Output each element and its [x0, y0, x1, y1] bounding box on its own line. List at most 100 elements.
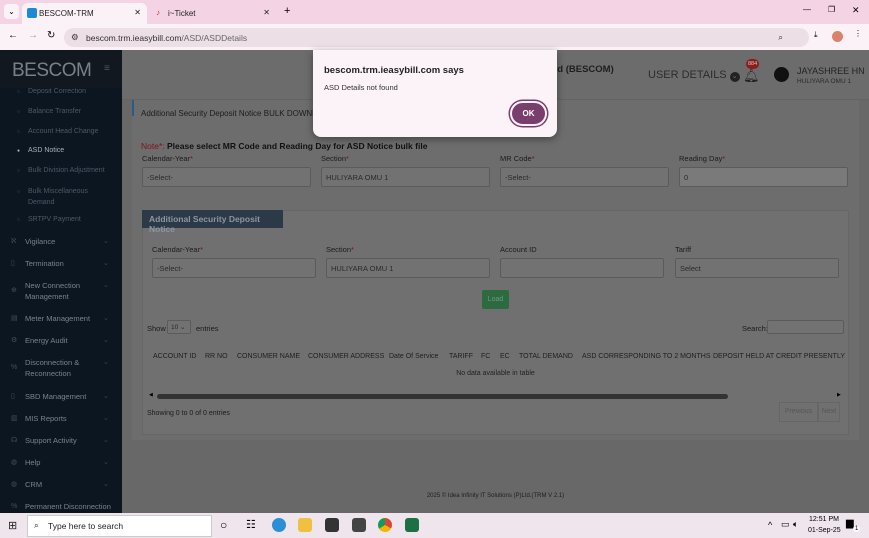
zoom-icon[interactable]: ⌕ [778, 32, 783, 43]
previous-button[interactable]: Previous [779, 402, 818, 422]
sidebar-item-deposit-correction[interactable]: Deposit Correction [17, 88, 86, 95]
column-header[interactable]: TOTAL DEMAND [519, 353, 573, 360]
search-placeholder: Type here to search [48, 521, 124, 531]
reading-day-input[interactable]: 0 [679, 167, 848, 187]
user-details-dropdown[interactable]: USER DETAILS ⌄ [648, 69, 740, 82]
url-input[interactable]: ⚙ bescom.trm.ieasybill.com/ASD/ASDDetails… [64, 28, 809, 47]
chrome-icon[interactable] [378, 518, 392, 532]
asd-calendar-year-select[interactable]: -Select- [152, 258, 316, 278]
tab-bescom[interactable]: BESCOM-TRM ✕ [22, 3, 147, 24]
section-select[interactable]: HULIYARA OMU 1 [321, 167, 490, 187]
tab-iticket[interactable]: ♪ i~Ticket ✕ [150, 3, 276, 24]
show-hidden-icons[interactable]: ^ [768, 520, 772, 530]
tab-search-button[interactable]: ⌄ [4, 4, 19, 19]
forward-icon[interactable]: → [28, 30, 38, 41]
asd-section-select[interactable]: HULIYARA OMU 1 [326, 258, 490, 278]
sidebar-item-new-connection[interactable]: ⊕ New Connection Management ⌄ [11, 280, 109, 302]
sidebar-item-srtpv-payment[interactable]: SRTPV Payment [17, 216, 81, 223]
taskbar-search-input[interactable]: ⌕ Type here to search [27, 515, 212, 537]
network-icon[interactable]: ▭ [781, 519, 790, 530]
sidebar-item-sbd-management[interactable]: ▯ SBD Management ⌄ [11, 391, 109, 402]
sidebar-item-disconnection[interactable]: % Disconnection & Reconnection ⌄ [11, 357, 109, 379]
edge-icon[interactable] [272, 518, 286, 532]
store-icon[interactable] [325, 518, 339, 532]
sidebar-item-crm[interactable]: ◍ CRM ⌄ [11, 479, 109, 490]
file-explorer-icon[interactable] [298, 518, 312, 532]
sidebar-item-balance-transfer[interactable]: Balance Transfer [17, 108, 81, 115]
windows-start-icon[interactable]: ⊞ [8, 519, 17, 532]
label: MIS Reports [25, 414, 67, 423]
column-header[interactable]: EC [500, 353, 510, 360]
search-label: Search: [742, 324, 768, 333]
notification-count: 1 [853, 526, 861, 532]
column-header[interactable]: ACCOUNT ID [153, 353, 196, 360]
account-id-input[interactable] [500, 258, 664, 278]
close-window-icon[interactable]: ✕ [852, 5, 860, 16]
sidebar-item-vigilance[interactable]: ℵ Vigilance ⌄ [11, 236, 109, 247]
column-header[interactable]: CONSUMER NAME [237, 353, 300, 360]
load-button[interactable]: Load [482, 290, 509, 309]
minimize-icon[interactable]: — [803, 5, 811, 14]
next-button[interactable]: Next [818, 402, 840, 422]
logo-text: BESCOM [12, 60, 92, 81]
dialog-title: bescom.trm.ieasybill.com says [324, 65, 464, 76]
clock-date[interactable]: 01-Sep-25 [808, 527, 841, 534]
column-header[interactable]: CONSUMER ADDRESS [308, 353, 384, 360]
user-avatar-icon[interactable] [774, 67, 789, 82]
asd-section-label: Section* [326, 245, 354, 254]
profile-avatar[interactable] [832, 31, 843, 42]
hamburger-icon[interactable]: ≡ [104, 63, 110, 74]
reload-icon[interactable]: ↻ [47, 30, 55, 41]
entries-select[interactable]: 10 ⌄ [167, 320, 191, 334]
bescom-logo[interactable]: BESCOM ≡ [0, 50, 122, 88]
sidebar-item-asd-notice[interactable]: ASD Notice [17, 147, 64, 154]
column-header[interactable]: ASD CORRESPONDING TO 2 MONTHS [582, 353, 710, 360]
sidebar-item-account-head-change[interactable]: Account Head Change [17, 128, 99, 135]
column-header[interactable]: FC [481, 353, 490, 360]
close-tab-icon[interactable]: ✕ [134, 8, 141, 17]
scroll-left-icon[interactable]: ◀ [149, 392, 153, 398]
alert-dialog: bescom.trm.ieasybill.com says ASD Detail… [313, 50, 557, 137]
ok-button[interactable]: OK [510, 101, 547, 126]
widgets-icon[interactable]: ☷ [246, 518, 256, 531]
footer: 2025 © Idea Infinity IT Solutions (P)Ltd… [426, 493, 565, 499]
download-icon[interactable]: ⤓ [814, 30, 818, 40]
excel-icon[interactable] [405, 518, 419, 532]
column-header[interactable]: TARIFF [449, 353, 473, 360]
sidebar-item-permanent-disconnection[interactable]: % Permanent Disconnection [11, 501, 120, 512]
calendar-year-select[interactable]: -Select- [142, 167, 311, 187]
sidebar-item-termination[interactable]: ▯ Termination ⌄ [11, 258, 109, 269]
volume-muted-icon[interactable]: 🔈︎ [793, 519, 798, 530]
maximize-icon[interactable]: ❐ [828, 5, 835, 14]
column-header[interactable]: Date Of Service [389, 353, 438, 360]
chevron-down-icon: ⌄ [103, 437, 109, 444]
new-tab-icon[interactable]: + [284, 5, 290, 17]
sidebar: Deposit Correction Balance Transfer Acco… [0, 50, 122, 513]
sidebar-item-energy-audit[interactable]: ⚙ Energy Audit ⌄ [11, 335, 109, 346]
column-header[interactable]: DEPOSIT HELD AT CREDIT PRESENTLY [713, 353, 845, 360]
mr-code-select[interactable]: -Select- [500, 167, 669, 187]
sidebar-item-support-activity[interactable]: ☊ Support Activity ⌄ [11, 435, 109, 446]
crm-icon: ◍ [11, 481, 18, 488]
sidebar-item-bulk-misc-demand[interactable]: Bulk Miscellaneous Demand [17, 186, 98, 208]
search-icon: ⌕ [34, 520, 39, 530]
bell-icon[interactable]: 🔔︎ [743, 68, 760, 84]
horizontal-scrollbar[interactable] [157, 394, 728, 399]
close-tab-icon[interactable]: ✕ [263, 8, 270, 17]
sidebar-item-bulk-division-adjustment[interactable]: Bulk Division Adjustment [17, 167, 105, 174]
clock-time[interactable]: 12:51 PM [809, 516, 839, 523]
trash-icon: ▯ [11, 260, 15, 267]
menu-icon[interactable]: ⋮ [854, 29, 862, 38]
vigilance-icon: ℵ [11, 238, 17, 245]
tariff-select[interactable]: Select [675, 258, 839, 278]
mail-icon[interactable] [352, 518, 366, 532]
back-icon[interactable]: ← [8, 30, 18, 41]
section-label: Section* [321, 154, 349, 163]
table-search-input[interactable] [767, 320, 844, 334]
sidebar-item-help[interactable]: ◍ Help ⌄ [11, 457, 109, 468]
scroll-right-icon[interactable]: ▶ [837, 392, 841, 398]
sidebar-item-meter-management[interactable]: ▤ Meter Management ⌄ [11, 313, 109, 324]
sidebar-item-mis-reports[interactable]: ▥ MIS Reports ⌄ [11, 413, 109, 424]
task-view-icon[interactable]: ○ [220, 518, 227, 532]
column-header[interactable]: RR NO [205, 353, 228, 360]
